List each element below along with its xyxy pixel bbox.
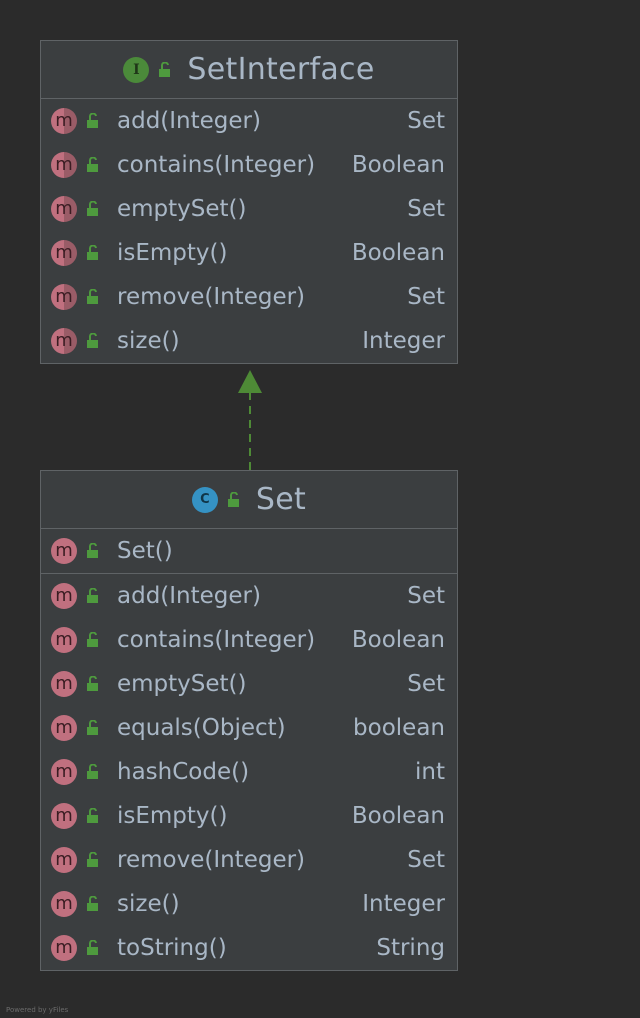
method-name: remove(Integer) [117, 284, 306, 310]
public-lock-icon [87, 157, 98, 172]
abstract-method-icon: m [51, 240, 77, 266]
method-name: Set() [117, 538, 173, 564]
class-header: C Set [41, 471, 457, 529]
method-row[interactable]: m emptySet() Set [41, 187, 457, 231]
public-lock-icon [87, 720, 98, 735]
public-lock-icon [87, 201, 98, 216]
class-constructor-list: m Set() [41, 529, 457, 574]
method-row[interactable]: m remove(Integer) Set [41, 838, 457, 882]
method-name: add(Integer) [117, 108, 261, 134]
method-name: remove(Integer) [117, 847, 306, 873]
method-return-type: Boolean [351, 803, 445, 829]
method-icon: m [51, 583, 77, 609]
method-return-type: Set [407, 847, 445, 873]
abstract-method-icon: m [51, 196, 77, 222]
interface-method-list: m add(Integer) Set m contains(Integer) Boolea… [41, 99, 457, 363]
realization-arrowhead [238, 370, 262, 393]
method-return-type: Boolean [351, 152, 445, 178]
public-lock-icon [227, 491, 239, 507]
method-return-type: Integer [362, 328, 445, 354]
abstract-method-icon: m [51, 152, 77, 178]
method-row[interactable]: m contains(Integer) Boolean [41, 618, 457, 662]
method-name: contains(Integer) [117, 152, 316, 178]
method-icon: m [51, 538, 77, 564]
method-return-type: String [376, 935, 445, 961]
interface-header: I SetInterface [41, 41, 457, 99]
method-row[interactable]: m add(Integer) Set [41, 574, 457, 618]
method-return-type: Set [407, 671, 445, 697]
public-lock-icon [87, 632, 98, 647]
public-lock-icon [87, 245, 98, 260]
method-row[interactable]: m emptySet() Set [41, 662, 457, 706]
interface-icon: I [123, 56, 150, 83]
public-lock-icon [87, 113, 98, 128]
method-icon: m [51, 803, 77, 829]
footer-note: Powered by yFiles [6, 1006, 69, 1014]
method-name: emptySet() [117, 671, 247, 697]
interface-box[interactable]: I SetInterface m add(Integer) Set m contains… [40, 40, 458, 364]
public-lock-icon [87, 852, 98, 867]
method-icon: m [51, 627, 77, 653]
public-lock-icon [87, 588, 98, 603]
method-icon: m [51, 671, 77, 697]
public-lock-icon [87, 333, 98, 348]
method-return-type: Integer [362, 891, 445, 917]
public-lock-icon [87, 808, 98, 823]
method-name: contains(Integer) [117, 627, 316, 653]
method-icon: m [51, 847, 77, 873]
method-row[interactable]: m toString() String [41, 926, 457, 970]
public-lock-icon [87, 940, 98, 955]
method-name: add(Integer) [117, 583, 261, 609]
method-return-type: Set [407, 108, 445, 134]
public-lock-icon [87, 289, 98, 304]
method-return-type: Boolean [351, 240, 445, 266]
public-lock-icon [159, 61, 171, 77]
abstract-method-icon: m [51, 284, 77, 310]
public-lock-icon [87, 896, 98, 911]
method-name: size() [117, 328, 180, 354]
method-row[interactable]: m contains(Integer) Boolean [41, 143, 457, 187]
method-return-type: Boolean [351, 627, 445, 653]
method-name: toString() [117, 935, 227, 961]
method-row[interactable]: m remove(Integer) Set [41, 275, 457, 319]
method-name: equals(Object) [117, 715, 286, 741]
class-title: Set [255, 482, 307, 517]
public-lock-icon [87, 676, 98, 691]
method-icon: m [51, 891, 77, 917]
method-icon: m [51, 759, 77, 785]
method-return-type: Set [407, 583, 445, 609]
method-row[interactable]: m size() Integer [41, 882, 457, 926]
class-icon: C [191, 486, 218, 513]
method-row[interactable]: m equals(Object) boolean [41, 706, 457, 750]
method-return-type: int [415, 759, 445, 785]
method-name: emptySet() [117, 196, 247, 222]
interface-title: SetInterface [187, 52, 375, 87]
class-method-list: m add(Integer) Set m contains(Integer) Boolea… [41, 574, 457, 970]
method-icon: m [51, 935, 77, 961]
method-row[interactable]: m hashCode() int [41, 750, 457, 794]
abstract-method-icon: m [51, 108, 77, 134]
method-row[interactable]: m add(Integer) Set [41, 99, 457, 143]
public-lock-icon [87, 764, 98, 779]
method-row[interactable]: m isEmpty() Boolean [41, 231, 457, 275]
abstract-method-icon: m [51, 328, 77, 354]
method-name: hashCode() [117, 759, 250, 785]
method-return-type: boolean [353, 715, 445, 741]
method-return-type: Set [407, 284, 445, 310]
public-lock-icon [87, 543, 98, 558]
class-box[interactable]: C Set m Set() m add(Integer) Set m contains(I… [40, 470, 458, 971]
method-name: isEmpty() [117, 803, 228, 829]
method-name: size() [117, 891, 180, 917]
method-icon: m [51, 715, 77, 741]
method-row[interactable]: m size() Integer [41, 319, 457, 363]
method-name: isEmpty() [117, 240, 228, 266]
method-row[interactable]: m isEmpty() Boolean [41, 794, 457, 838]
method-row[interactable]: m Set() [41, 529, 457, 573]
method-return-type: Set [407, 196, 445, 222]
